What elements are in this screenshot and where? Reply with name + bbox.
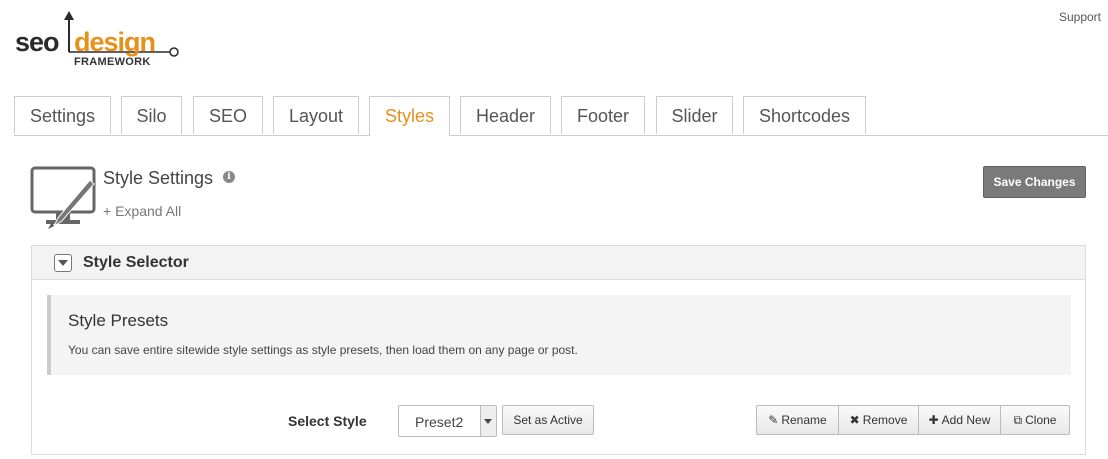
- style-select-value: Preset2: [415, 414, 464, 430]
- monitor-brush-icon: [30, 166, 96, 229]
- select-style-label: Select Style: [288, 413, 367, 429]
- presets-title: Style Presets: [68, 311, 169, 330]
- style-presets-info: Style Presets You can save entire sitewi…: [47, 295, 1071, 375]
- clone-button[interactable]: ⧉ Clone: [1000, 405, 1070, 435]
- rename-label: Rename: [781, 413, 827, 427]
- tab-settings[interactable]: Settings: [14, 96, 111, 134]
- info-icon[interactable]: i: [223, 171, 235, 183]
- support-link[interactable]: Support: [1059, 10, 1101, 24]
- add-new-label: Add New: [941, 413, 991, 427]
- tab-seo[interactable]: SEO: [193, 96, 263, 134]
- logo-word-seo: seo: [15, 27, 60, 57]
- tab-slider[interactable]: Slider: [656, 96, 733, 134]
- presets-description: You can save entire sitewide style setti…: [68, 343, 578, 357]
- tab-shortcodes[interactable]: Shortcodes: [743, 96, 866, 134]
- tab-silo[interactable]: Silo: [121, 96, 182, 134]
- tab-styles[interactable]: Styles: [369, 96, 450, 136]
- page-title: Style Settings: [103, 168, 214, 188]
- dropdown-arrow-icon[interactable]: [480, 406, 496, 436]
- remove-label: Remove: [862, 413, 908, 427]
- pencil-icon: ✎: [768, 413, 779, 427]
- rename-button[interactable]: ✎ Rename: [756, 405, 839, 435]
- panel-header[interactable]: Style Selector: [32, 246, 1085, 280]
- tab-header[interactable]: Header: [460, 96, 551, 134]
- save-button[interactable]: Save Changes: [983, 166, 1086, 198]
- style-selector-panel: Style Selector Style Presets You can sav…: [31, 245, 1086, 455]
- clone-label: Clone: [1025, 413, 1057, 427]
- collapse-toggle-icon[interactable]: [54, 254, 72, 272]
- tab-layout[interactable]: Layout: [273, 96, 359, 134]
- tab-footer[interactable]: Footer: [561, 96, 645, 134]
- copy-icon: ⧉: [1013, 413, 1023, 427]
- expand-all-link[interactable]: + Expand All: [103, 203, 181, 219]
- style-select[interactable]: Preset2: [398, 405, 497, 437]
- set-active-button[interactable]: Set as Active: [502, 405, 594, 435]
- main-tabs: Settings Silo SEO Layout Styles Header F…: [14, 96, 1108, 136]
- plus-icon: ✚: [928, 413, 939, 427]
- panel-title: Style Selector: [83, 254, 189, 271]
- x-icon: ✖: [849, 413, 860, 427]
- add-new-button[interactable]: ✚ Add New: [918, 405, 1001, 435]
- logo-word-framework: FRAMEWORK: [74, 56, 151, 68]
- logo-word-design: design: [74, 27, 156, 57]
- remove-button[interactable]: ✖ Remove: [838, 405, 919, 435]
- logo[interactable]: seo design FRAMEWORK: [14, 10, 184, 72]
